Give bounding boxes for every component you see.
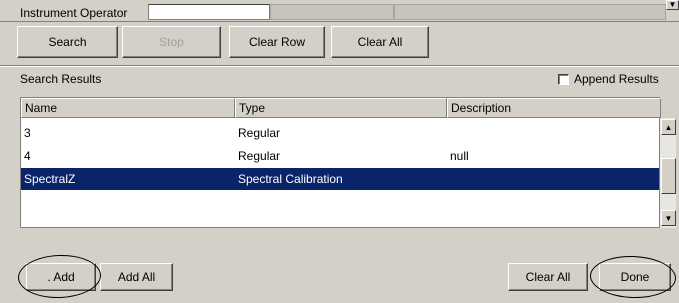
operator-row: Instrument Operator ▼ [0, 0, 679, 22]
scroll-down-icon[interactable]: ▼ [661, 210, 676, 226]
stop-button: Stop [122, 26, 221, 58]
column-header-description[interactable]: Description [447, 98, 661, 118]
operator-label: Instrument Operator [20, 6, 128, 20]
add-all-button[interactable]: Add All [100, 263, 173, 291]
table-row-selected[interactable]: SpectralZ Spectral Calibration [21, 168, 661, 190]
cell-type: Regular [238, 149, 281, 163]
cell-description [447, 122, 661, 144]
search-button[interactable]: Search [17, 26, 118, 58]
cell-name: 4 [24, 149, 31, 163]
column-header-name[interactable]: Name [21, 98, 235, 118]
append-results-checkbox[interactable] [558, 73, 569, 85]
column-header-type[interactable]: Type [235, 98, 447, 118]
clear-all-top-button[interactable]: Clear All [331, 26, 429, 58]
clear-row-button[interactable]: Clear Row [229, 26, 325, 58]
search-results-title: Search Results [20, 72, 102, 86]
cell-type: Spectral Calibration [238, 172, 343, 186]
add-button[interactable]: . Add [26, 263, 96, 291]
cell-type: Regular [238, 126, 281, 140]
clear-all-bottom-button[interactable]: Clear All [508, 263, 588, 291]
cell-description [447, 168, 661, 190]
table-row[interactable]: 4 Regular null [21, 145, 661, 167]
append-results-option[interactable]: Append Results [558, 72, 659, 86]
operator-field-2 [270, 4, 394, 20]
scroll-up-icon[interactable]: ▲ [661, 119, 676, 135]
table-row[interactable]: 3 Regular [21, 122, 661, 144]
operator-input[interactable] [148, 4, 270, 20]
scrollbar-thumb[interactable] [661, 158, 676, 194]
append-results-label: Append Results [574, 72, 659, 86]
cell-name: 3 [24, 126, 31, 140]
top-separator [0, 21, 679, 22]
section-divider [0, 65, 679, 67]
cell-name: SpectralZ [24, 172, 76, 186]
cell-description: null [450, 149, 469, 163]
results-scrollbar[interactable]: ▲ ▼ [659, 118, 676, 228]
table-header: Name Type Description [21, 98, 661, 118]
operator-field-3 [394, 4, 666, 20]
scroll-down-arrow-icon[interactable]: ▼ [666, 0, 679, 10]
done-button[interactable]: Done [599, 263, 671, 291]
results-table: Name Type Description 3 Regular 4 Regula… [20, 97, 661, 228]
